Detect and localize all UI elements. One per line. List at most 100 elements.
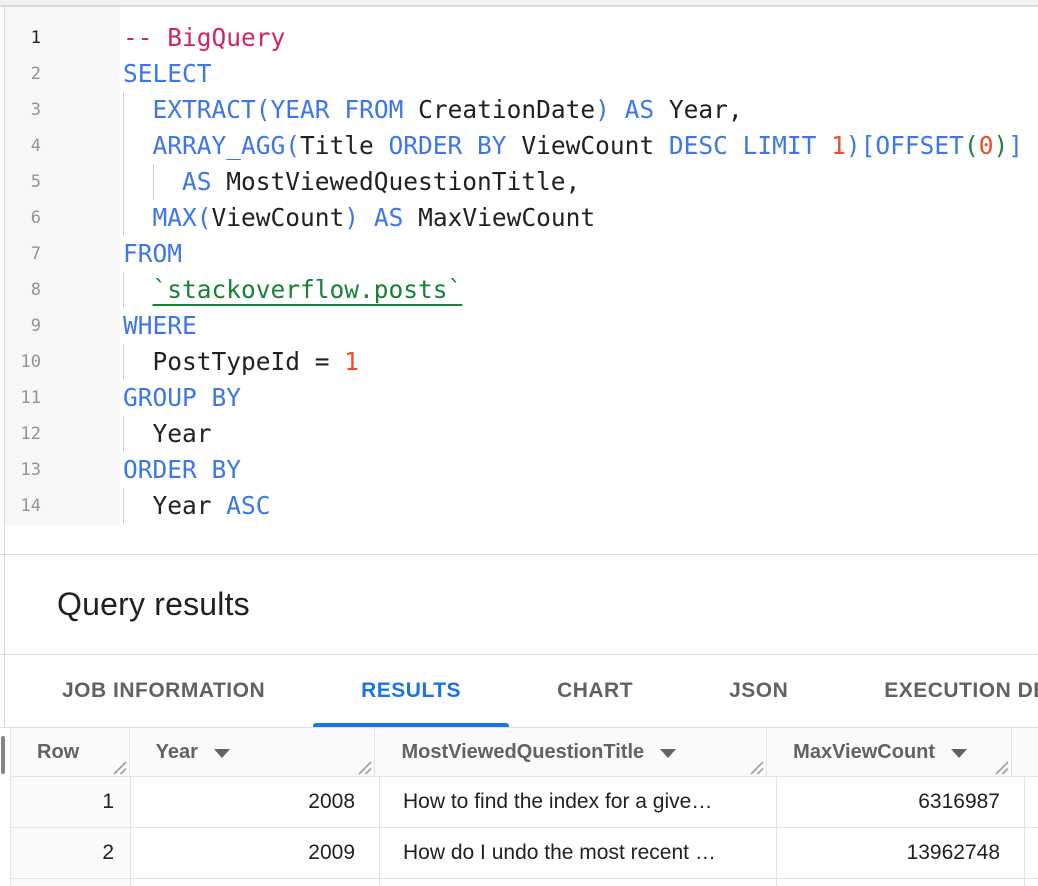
table-cell xyxy=(10,879,131,886)
code-line[interactable]: SELECT xyxy=(123,56,1038,92)
sort-dropdown-icon[interactable] xyxy=(214,749,230,758)
tab-label: JSON xyxy=(729,679,788,703)
code-line[interactable]: Year xyxy=(123,416,1038,452)
tab-json[interactable]: JSON xyxy=(681,655,836,727)
column-header-year[interactable]: Year xyxy=(130,728,376,777)
code-token: ORDER BY xyxy=(389,131,507,160)
table-cell: How to find the index for a give… xyxy=(380,777,777,828)
code-token: -- BigQuery xyxy=(123,23,285,52)
tab-chart[interactable]: CHART xyxy=(509,655,681,727)
sql-editor[interactable]: 1234567891011121314 -- BigQuerySELECT EX… xyxy=(0,7,1038,555)
column-header-mostviewedquestiontitle[interactable]: MostViewedQuestionTitle xyxy=(375,728,767,777)
line-number: 7 xyxy=(5,236,41,272)
code-token: AS xyxy=(374,203,404,232)
panel-left-border xyxy=(4,7,5,728)
row-filler-cell xyxy=(1025,828,1038,879)
editor-gutter: 1234567891011121314 xyxy=(5,7,120,525)
column-resize-handle[interactable] xyxy=(111,758,127,774)
column-header-label: Row xyxy=(37,741,79,764)
column-header-label: MaxViewCount xyxy=(793,741,935,764)
line-number: 9 xyxy=(5,308,41,344)
column-resize-handle[interactable] xyxy=(356,758,372,774)
code-token: ( xyxy=(256,95,271,124)
code-line[interactable]: -- BigQuery xyxy=(123,20,1038,56)
line-number: 14 xyxy=(5,488,41,524)
header-filler-cell xyxy=(1012,728,1038,777)
code-line[interactable]: ARRAY_AGG(Title ORDER BY ViewCount DESC … xyxy=(123,128,1038,164)
tab-execution-details[interactable]: EXECUTION DETAILS xyxy=(836,655,1038,727)
code-line[interactable]: GROUP BY xyxy=(123,380,1038,416)
code-token: )[ xyxy=(846,131,876,160)
code-token: LIMIT xyxy=(743,131,817,160)
indent-guide xyxy=(123,128,153,164)
column-header-maxviewcount[interactable]: MaxViewCount xyxy=(767,728,1012,777)
indent-guide xyxy=(153,164,183,200)
column-resize-handle[interactable] xyxy=(748,758,764,774)
code-line[interactable]: EXTRACT(YEAR FROM CreationDate) AS Year, xyxy=(123,92,1038,128)
indent-guide xyxy=(123,200,153,236)
code-token: ARRAY_AGG xyxy=(153,131,286,160)
code-token xyxy=(816,131,831,160)
table-cell: 2008 xyxy=(131,777,380,828)
table-row: 22009How do I undo the most recent …1396… xyxy=(10,828,1038,879)
indent-guide xyxy=(123,272,153,308)
code-token: ) xyxy=(993,131,1008,160)
code-token xyxy=(330,95,345,124)
code-line[interactable]: ORDER BY xyxy=(123,452,1038,488)
code-token: Title xyxy=(300,131,389,160)
code-token: SELECT xyxy=(123,59,212,88)
code-token: ViewCount xyxy=(507,131,669,160)
indent-guide xyxy=(123,164,153,200)
code-token: ) xyxy=(595,95,610,124)
code-line[interactable]: FROM xyxy=(123,236,1038,272)
code-line[interactable]: Year ASC xyxy=(123,488,1038,524)
code-token: AS xyxy=(182,167,212,196)
scrollbar-thumb[interactable] xyxy=(1,736,5,774)
code-line[interactable]: AS MostViewedQuestionTitle, xyxy=(123,164,1038,200)
indent-guide xyxy=(123,92,153,128)
code-token: Year, xyxy=(654,95,743,124)
column-resize-handle[interactable] xyxy=(993,758,1009,774)
code-line[interactable]: `stackoverflow.posts` xyxy=(123,272,1038,308)
indent-guide xyxy=(123,416,153,452)
code-token xyxy=(359,203,374,232)
editor-code-area[interactable]: -- BigQuery SELECT EXTRACT(YEAR FROM Crea… xyxy=(123,7,1038,554)
code-token: DESC xyxy=(669,131,728,160)
code-line[interactable]: WHERE xyxy=(123,308,1038,344)
code-line[interactable]: PostTypeId = 1 xyxy=(123,344,1038,380)
line-number: 4 xyxy=(5,128,41,164)
column-header-row[interactable]: Row xyxy=(10,728,130,777)
table-cell: 6316987 xyxy=(777,777,1025,828)
indent-guide xyxy=(123,344,153,380)
table-cell xyxy=(131,879,380,886)
code-token: ASC xyxy=(226,491,270,520)
table-cell xyxy=(380,879,777,886)
tab-job-information[interactable]: JOB INFORMATION xyxy=(14,655,313,727)
column-header-label: Year xyxy=(156,741,198,764)
sort-dropdown-icon[interactable] xyxy=(951,749,967,758)
code-token: ViewCount xyxy=(212,203,345,232)
code-token: WHERE xyxy=(123,311,197,340)
tab-label: CHART xyxy=(557,679,633,703)
code-token: MostViewedQuestionTitle, xyxy=(212,167,581,196)
sort-dropdown-icon[interactable] xyxy=(660,749,676,758)
code-token: Year xyxy=(153,419,212,448)
table-cell: 2009 xyxy=(131,828,380,879)
results-table: Row Year MostViewedQuestionTitle MaxViewCou… xyxy=(10,728,1038,886)
line-number: 10 xyxy=(5,344,41,380)
table-reference-link[interactable]: `stackoverflow.posts` xyxy=(153,275,463,304)
code-token: Year xyxy=(153,491,227,520)
code-token xyxy=(728,131,743,160)
table-cell: 2 xyxy=(10,828,131,879)
code-token: MaxViewCount xyxy=(403,203,595,232)
code-line[interactable]: MAX(ViewCount) AS MaxViewCount xyxy=(123,200,1038,236)
panel-top-edge xyxy=(0,0,1038,7)
table-cell: How do I undo the most recent … xyxy=(380,828,777,879)
tab-results[interactable]: RESULTS xyxy=(313,655,509,727)
table-row: 12008How to find the index for a give…63… xyxy=(10,777,1038,828)
code-token: ) xyxy=(344,203,359,232)
line-number: 1 xyxy=(5,20,41,56)
line-number: 11 xyxy=(5,380,41,416)
line-number: 13 xyxy=(5,452,41,488)
code-token: CreationDate xyxy=(403,95,595,124)
